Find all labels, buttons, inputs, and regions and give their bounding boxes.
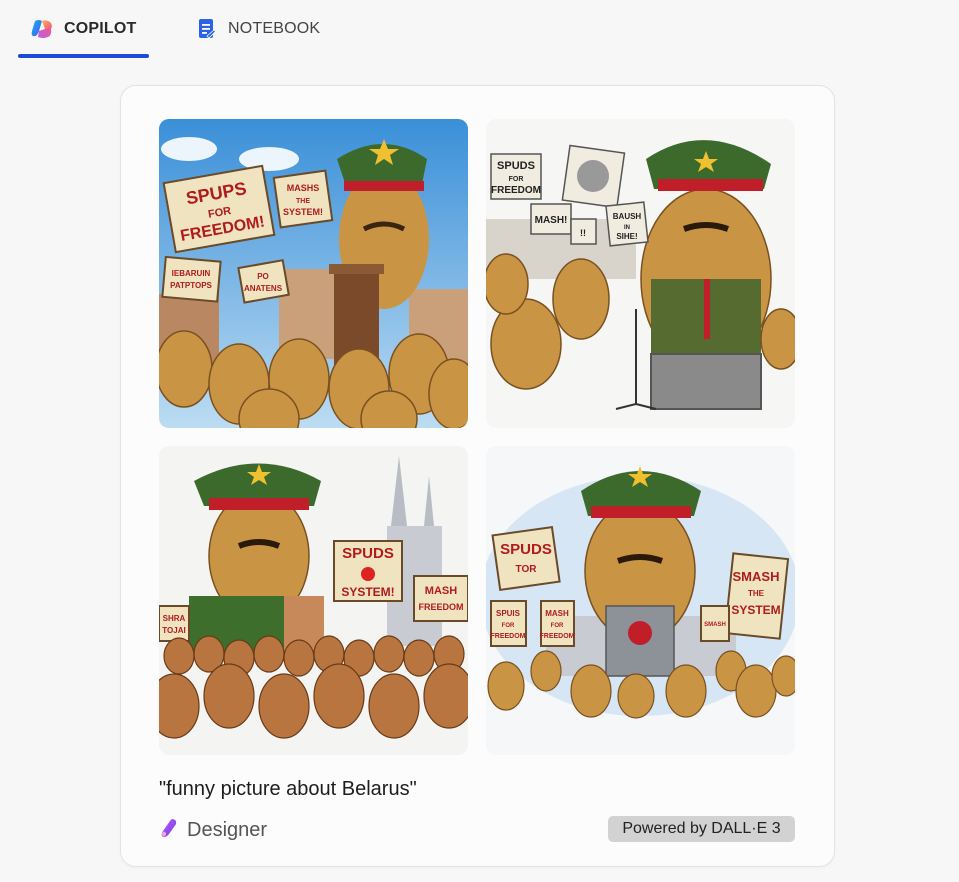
powered-by-badge: Powered by DALL·E 3	[608, 816, 795, 842]
generated-image-3[interactable]: SPUDS SYSTEM! MASH FREEDOM SHRA TOJAI	[159, 446, 468, 755]
image-prompt-text: "funny picture about Belarus"	[159, 778, 417, 800]
sign-text: SYSTEM!	[341, 585, 394, 599]
sign-text: SHRA	[163, 614, 186, 623]
sign-text: SPUDS	[342, 545, 394, 562]
sign-text: SMASH	[704, 622, 726, 628]
designer-label: Designer	[187, 818, 268, 841]
sign-text: FREEDOM	[491, 185, 541, 196]
generated-image-4[interactable]: SPUDS TOR SPUIS FOR FREEDOM MASH FOR FRE…	[486, 446, 795, 755]
sign-text: SPUDS	[497, 160, 535, 172]
generated-image-2[interactable]: SPUDS FOR FREEDOM MASH! !! BAUSH IN SIHE…	[486, 119, 795, 428]
tab-copilot[interactable]: COPILOT	[18, 0, 149, 58]
sign-text: FOR	[551, 623, 564, 629]
sign-text: MASH	[425, 585, 457, 597]
sign-text: SPUDS	[500, 541, 552, 558]
sign-text: !!	[580, 228, 586, 238]
sign-text: IN	[624, 225, 630, 231]
sign-text: SMASH	[733, 569, 780, 584]
tab-bar: COPILOT NOTEBOOK	[0, 0, 959, 60]
copilot-logo-icon	[30, 17, 54, 41]
sign-text: MASHS	[287, 183, 320, 193]
sign-text: PO	[257, 272, 269, 281]
sign-text: MASH!	[535, 215, 568, 226]
designer-logo-icon	[159, 817, 181, 844]
tab-copilot-label: COPILOT	[64, 20, 137, 37]
sign-text: SYSTEM	[731, 603, 780, 617]
sign-text: FOR	[502, 623, 515, 629]
sign-text: SPUIS	[496, 609, 521, 618]
sign-text: THE	[296, 198, 310, 205]
sign-text: SIHE!	[616, 232, 637, 241]
notebook-icon	[194, 17, 218, 41]
designer-link[interactable]: Designer	[159, 817, 267, 843]
sign-text: ANATENS	[244, 284, 283, 293]
active-tab-indicator	[18, 54, 149, 58]
tab-notebook-label: NOTEBOOK	[228, 20, 321, 37]
sign-text: TOJAI	[162, 626, 185, 635]
sign-text: IEBARUIN	[172, 269, 211, 278]
sign-text: FREEDOM	[540, 633, 575, 640]
generated-image-1[interactable]: SPUPS FOR FREEDOM! MASHS THE SYSTEM! IEB…	[159, 119, 468, 428]
sign-text: FREEDOM	[491, 633, 526, 640]
sign-text: MASH	[545, 609, 569, 618]
sign-text: FOR	[509, 176, 524, 183]
sign-text: TOR	[516, 564, 538, 575]
sign-text: BAUSH	[613, 212, 642, 221]
sign-text: PATPTOPS	[170, 281, 212, 290]
sign-text: SYSTEM!	[283, 207, 323, 217]
sign-text: FREEDOM	[419, 602, 464, 612]
image-result-card: SPUPS FOR FREEDOM! MASHS THE SYSTEM! IEB…	[120, 85, 835, 867]
sign-text: THE	[748, 589, 765, 598]
tab-notebook[interactable]: NOTEBOOK	[188, 0, 338, 58]
